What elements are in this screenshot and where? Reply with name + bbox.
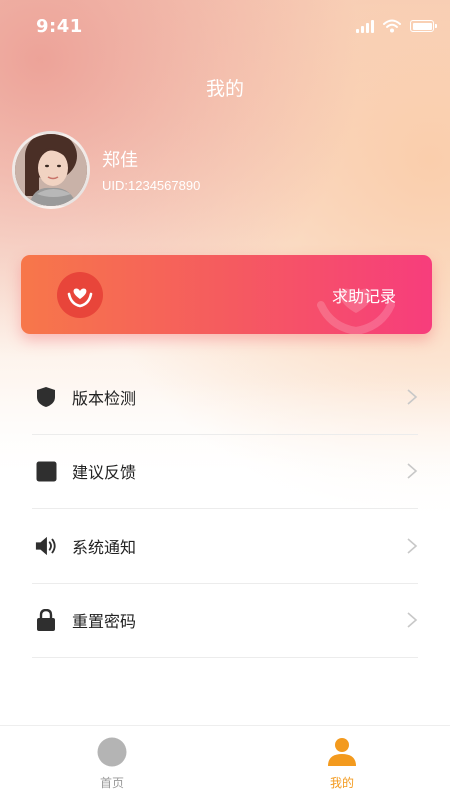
menu-item-reset-password[interactable]: 重置密码 (32, 584, 418, 658)
square-icon (35, 460, 57, 482)
tab-home[interactable]: 首页 (52, 726, 172, 800)
chevron-right-icon (407, 612, 418, 628)
page-title: 我的 (205, 78, 244, 100)
settings-menu: 版本检测 建议反馈 系统通知 重置密码 (32, 360, 418, 658)
status-bar: 9:41 (0, 0, 450, 54)
menu-item-label: 重置密码 (72, 612, 137, 632)
heart-hands-icon (67, 288, 93, 308)
user-info: 郑佳 UID:1234567890 (102, 148, 200, 193)
menu-item-feedback[interactable]: 建议反馈 (32, 435, 418, 509)
menu-item-system-notification[interactable]: 系统通知 (32, 509, 418, 584)
help-records-card[interactable]: 求助记录 (21, 255, 432, 334)
home-circle-icon (97, 737, 127, 767)
menu-item-version-check[interactable]: 版本检测 (32, 360, 418, 435)
avatar[interactable] (12, 131, 90, 209)
status-icons (356, 19, 437, 33)
shield-icon (35, 386, 57, 408)
battery-icon (410, 20, 437, 32)
wifi-icon (383, 19, 401, 33)
profile-section[interactable]: 郑佳 UID:1234567890 (12, 131, 200, 209)
status-time: 9:41 (36, 16, 83, 37)
tab-home-label: 首页 (99, 776, 124, 790)
menu-item-label: 系统通知 (72, 537, 137, 557)
chevron-right-icon (407, 538, 418, 554)
help-records-label: 求助记录 (331, 287, 396, 306)
person-icon (328, 738, 356, 766)
lock-icon (35, 609, 57, 632)
menu-item-label: 建议反馈 (72, 463, 137, 483)
tab-mine-label: 我的 (329, 776, 354, 790)
tab-bar: 首页 我的 (0, 725, 450, 800)
user-name: 郑佳 (102, 149, 138, 171)
help-icon-circle (57, 272, 103, 318)
chevron-right-icon (407, 389, 418, 405)
signal-icon (356, 19, 374, 33)
user-uid: UID:1234567890 (102, 177, 201, 193)
chevron-right-icon (407, 463, 418, 479)
avatar-portrait-icon (15, 134, 87, 206)
menu-item-label: 版本检测 (72, 388, 137, 408)
speaker-icon (35, 535, 57, 557)
tab-mine[interactable]: 我的 (282, 726, 402, 800)
